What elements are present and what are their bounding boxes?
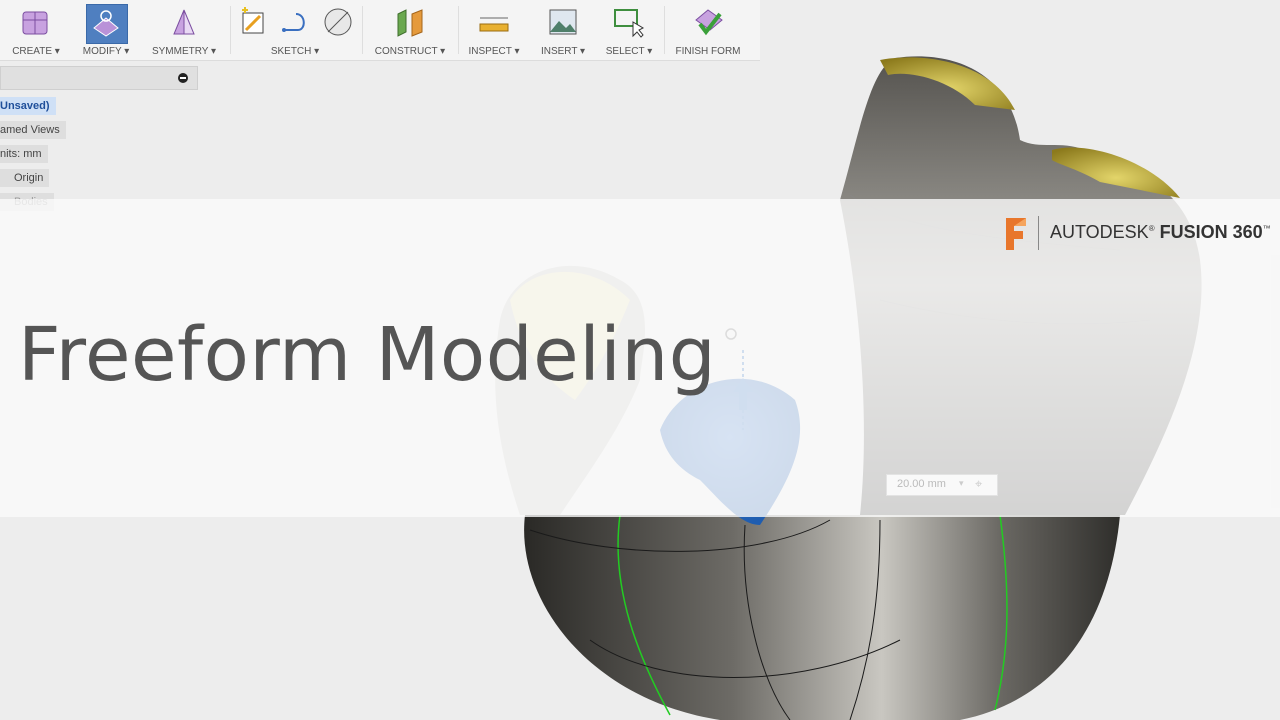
collapse-icon[interactable] xyxy=(177,72,189,84)
sketch-label: SKETCH ▾ xyxy=(270,46,320,57)
toolbar-divider xyxy=(230,6,231,54)
insert-label: INSERT ▾ xyxy=(540,46,586,57)
brand-wordmark: AUTODESK® FUSION 360™ xyxy=(1050,222,1271,242)
select-menu[interactable]: SELECT ▾ xyxy=(598,0,660,60)
symmetry-menu[interactable]: SYMMETRY ▾ xyxy=(142,0,226,60)
browser-node-origin[interactable]: Origin xyxy=(0,169,50,187)
symmetry-label: SYMMETRY ▾ xyxy=(151,46,217,57)
video-title: Freeform Modeling xyxy=(18,312,717,398)
browser-node-named-views[interactable]: amed Views xyxy=(0,121,66,139)
line-icon xyxy=(282,13,305,32)
construct-label: CONSTRUCT ▾ xyxy=(374,46,446,57)
select-label: SELECT ▾ xyxy=(605,46,653,57)
sketch-icon xyxy=(242,7,264,34)
finish-form-icon xyxy=(695,9,723,36)
finish-form-button[interactable]: FINISH FORM xyxy=(668,0,748,60)
modify-menu[interactable]: MODIFY ▾ xyxy=(76,0,136,60)
box-icon xyxy=(22,11,48,35)
distance-value: 20.00 mm xyxy=(897,478,946,490)
inspect-menu[interactable]: INSPECT ▾ xyxy=(462,0,526,60)
toolbar-divider xyxy=(664,6,665,54)
browser-node-document[interactable]: Unsaved) xyxy=(0,97,56,115)
brand-divider xyxy=(1038,216,1039,250)
browser-node-units[interactable]: nits: mm xyxy=(0,145,48,163)
modify-icon xyxy=(93,10,119,37)
symmetry-icon xyxy=(173,9,195,35)
sketch-menu[interactable]: SKETCH ▾ xyxy=(234,0,356,60)
plane-icon xyxy=(397,9,423,37)
create-label: CREATE ▾ xyxy=(12,46,60,57)
construct-menu[interactable]: CONSTRUCT ▾ xyxy=(366,0,454,60)
brand-product: FUSION 360 xyxy=(1159,222,1263,242)
select-icon xyxy=(614,9,645,38)
toolbar-divider xyxy=(458,6,459,54)
distance-input[interactable]: 20.00 mm ▾ ⌖ xyxy=(886,474,998,496)
dropdown-arrow-icon[interactable]: ▾ xyxy=(959,478,964,489)
browser-panel-header xyxy=(0,66,198,90)
circle-icon xyxy=(324,8,352,36)
finish-form-label: FINISH FORM xyxy=(675,46,741,57)
modify-label: MODIFY ▾ xyxy=(82,46,130,57)
fusion-logo-icon xyxy=(1006,218,1026,250)
toolbar-divider xyxy=(362,6,363,54)
main-toolbar: CREATE ▾ MODIFY ▾ SYMMETRY ▾ SKETCH ▾ CO… xyxy=(0,0,760,61)
insert-menu[interactable]: INSERT ▾ xyxy=(532,0,594,60)
inspect-label: INSPECT ▾ xyxy=(468,46,520,57)
manipulator-icon[interactable]: ⌖ xyxy=(975,476,982,492)
create-menu[interactable]: CREATE ▾ xyxy=(4,0,68,60)
image-icon xyxy=(549,9,577,35)
ruler-icon xyxy=(479,17,509,32)
brand-autodesk: AUTODESK xyxy=(1050,222,1149,242)
